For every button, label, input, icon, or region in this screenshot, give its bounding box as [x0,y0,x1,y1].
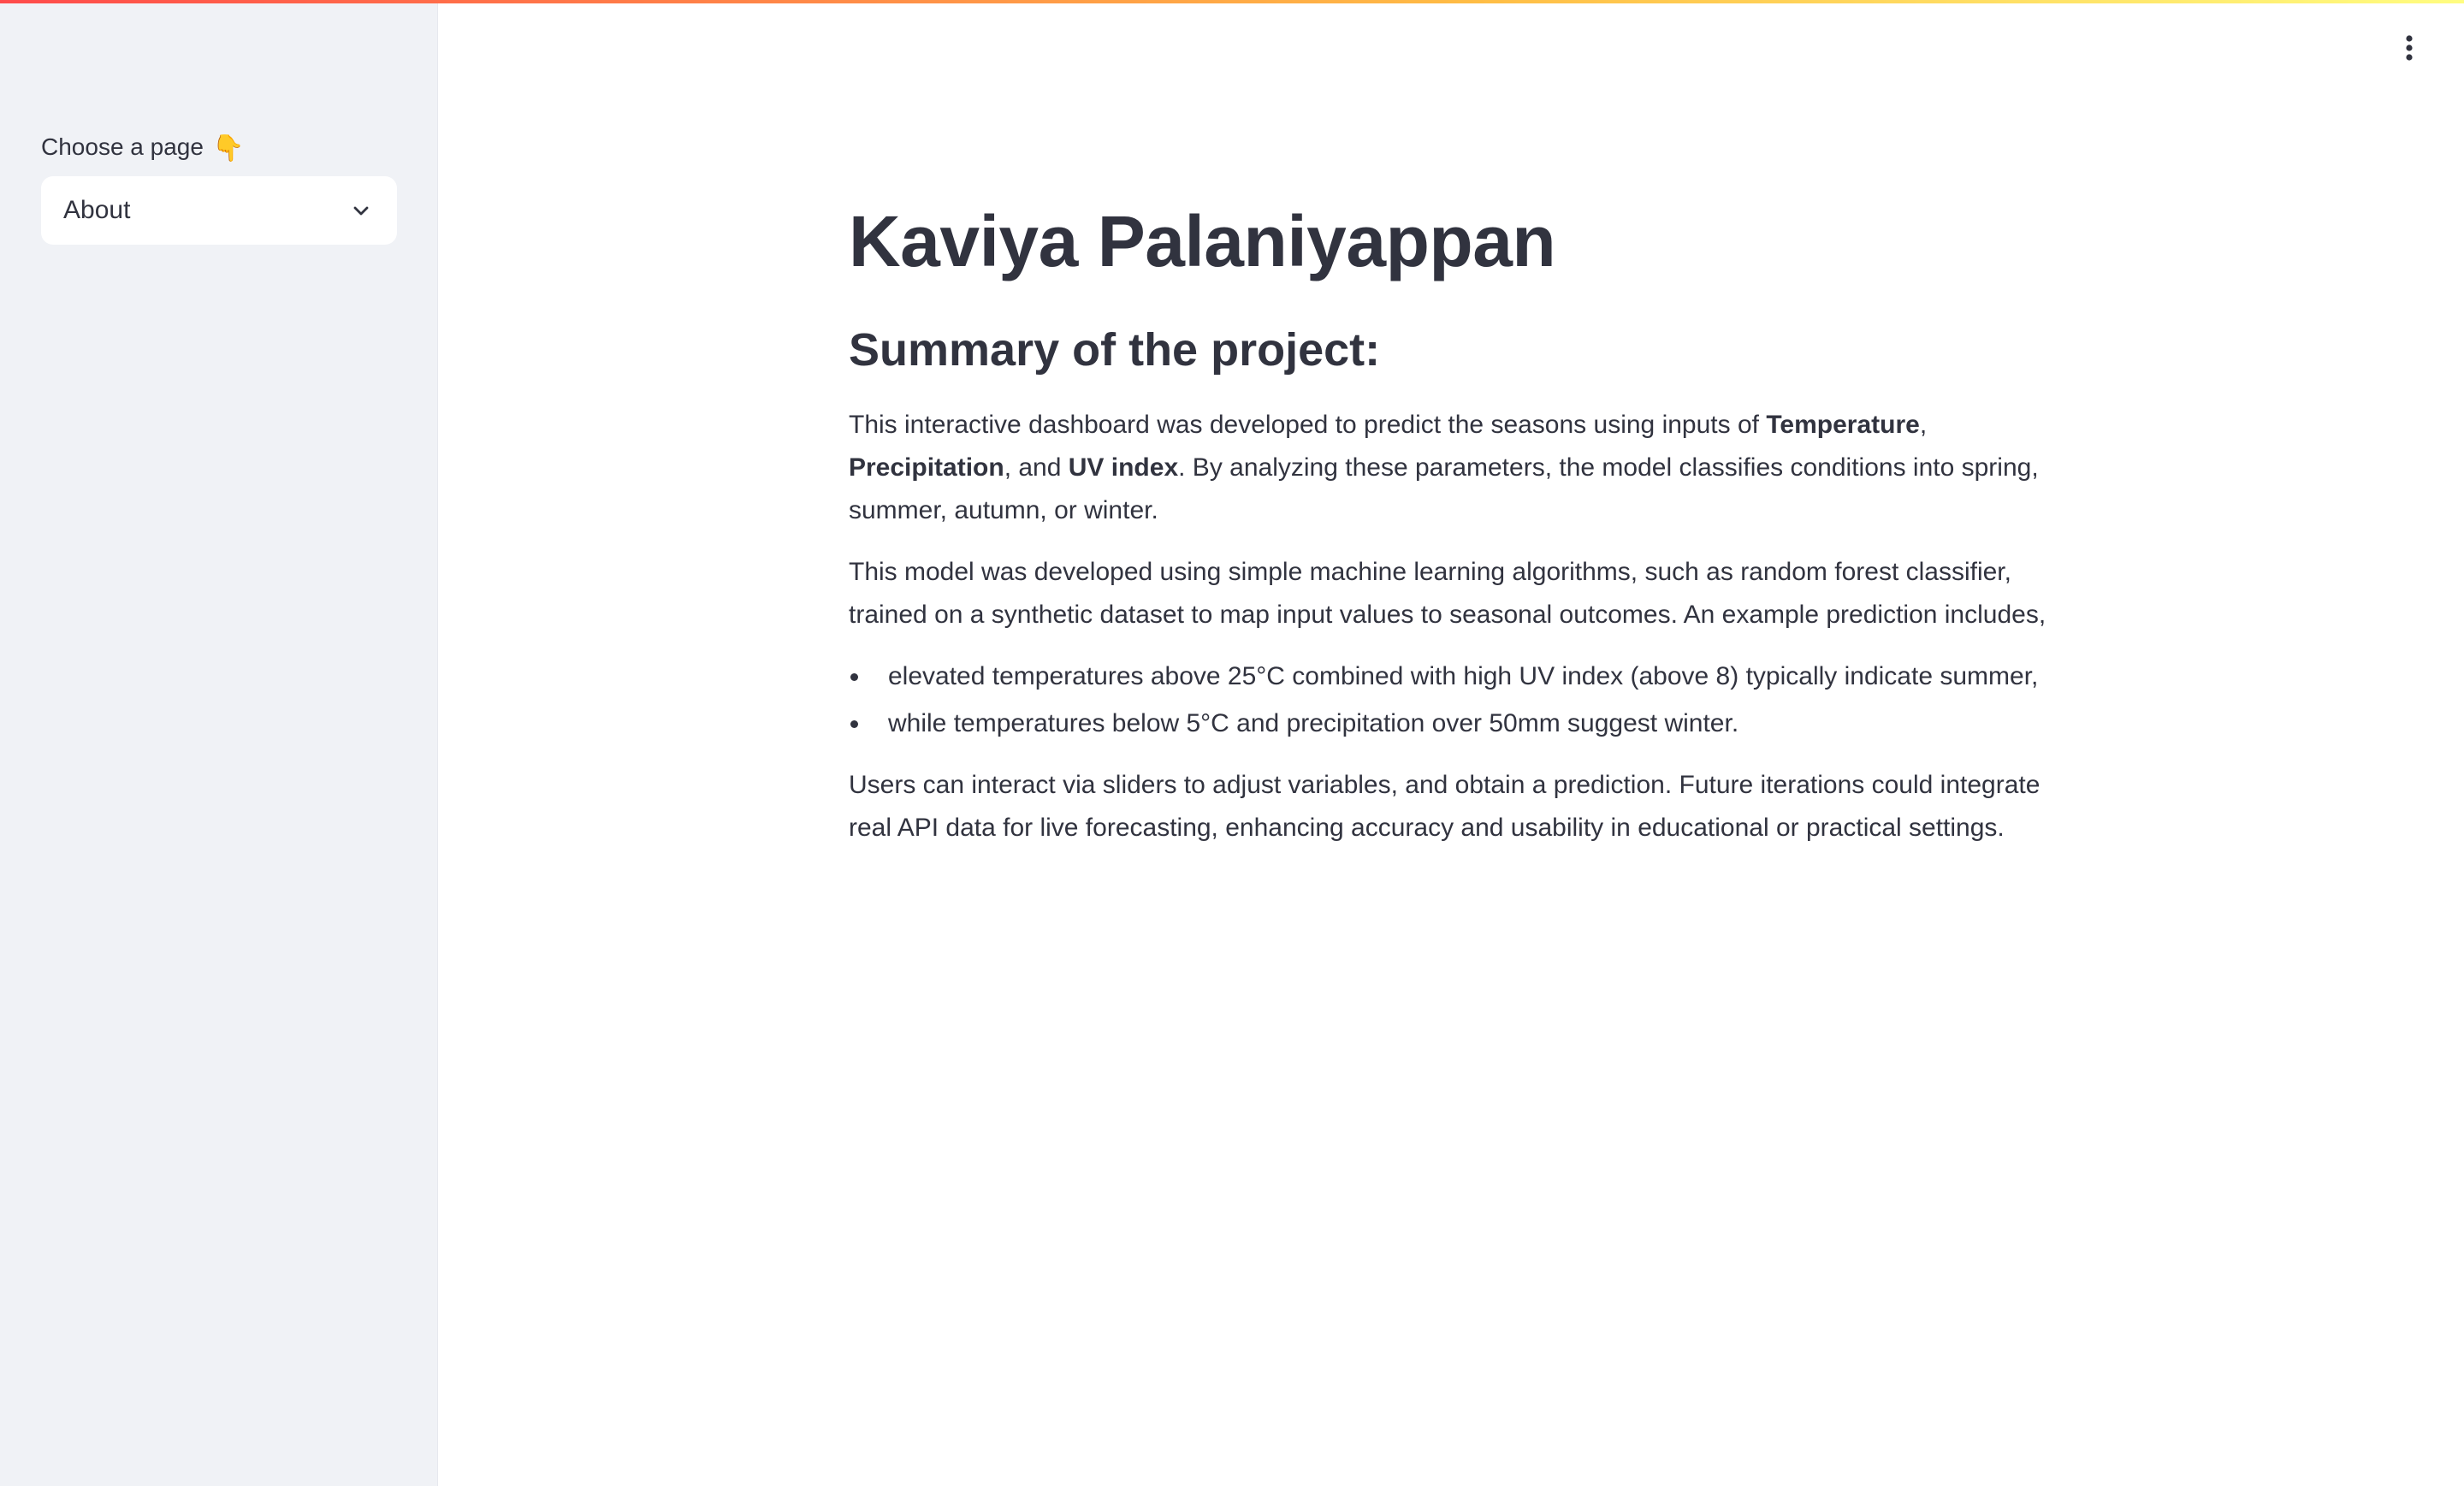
precipitation-bold: Precipitation [849,453,1004,482]
list-item: while temperatures below 5°C and precipi… [849,702,2064,745]
page-select-label: Choose a page 👇 [41,132,244,164]
summary-text-1: This interactive dashboard was developed… [849,411,1767,439]
page-title: Kaviya Palaniyappan [849,201,1556,281]
list-item: elevated temperatures above 25°C combine… [849,655,2064,698]
main-menu-button[interactable] [2387,31,2431,68]
page-select-value: About [63,196,131,224]
bullet-icon [850,673,858,681]
usage-paragraph: Users can interact via sliders to adjust… [849,771,2040,842]
uv-index-bold: UV index [1068,453,1179,482]
main-content: Kaviya Palaniyappan Summary of the proje… [849,188,2064,850]
list-item-text: while temperatures below 5°C and precipi… [888,709,1739,737]
section-heading: Summary of the project: [849,324,1381,376]
list-item-text: elevated temperatures above 25°C combine… [888,662,2039,690]
top-decoration-bar [0,0,2464,3]
summary-text-2: , [1919,411,1928,439]
sidebar: Choose a page 👇 About [0,0,438,1486]
more-vertical-icon [2405,34,2414,66]
summary-text-3: , and [1004,453,1069,482]
page-select-label-text: Choose a page [41,133,204,160]
summary-paragraph: This interactive dashboard was developed… [849,404,2064,532]
model-paragraph: This model was developed using simple ma… [849,558,2046,629]
example-list: elevated temperatures above 25°C combine… [849,655,2064,745]
bullet-icon [850,720,858,728]
temperature-bold: Temperature [1766,411,1920,439]
pointing-down-icon: 👇 [211,134,245,163]
chevron-down-icon [349,198,373,222]
page-select-dropdown[interactable]: About [41,176,397,245]
